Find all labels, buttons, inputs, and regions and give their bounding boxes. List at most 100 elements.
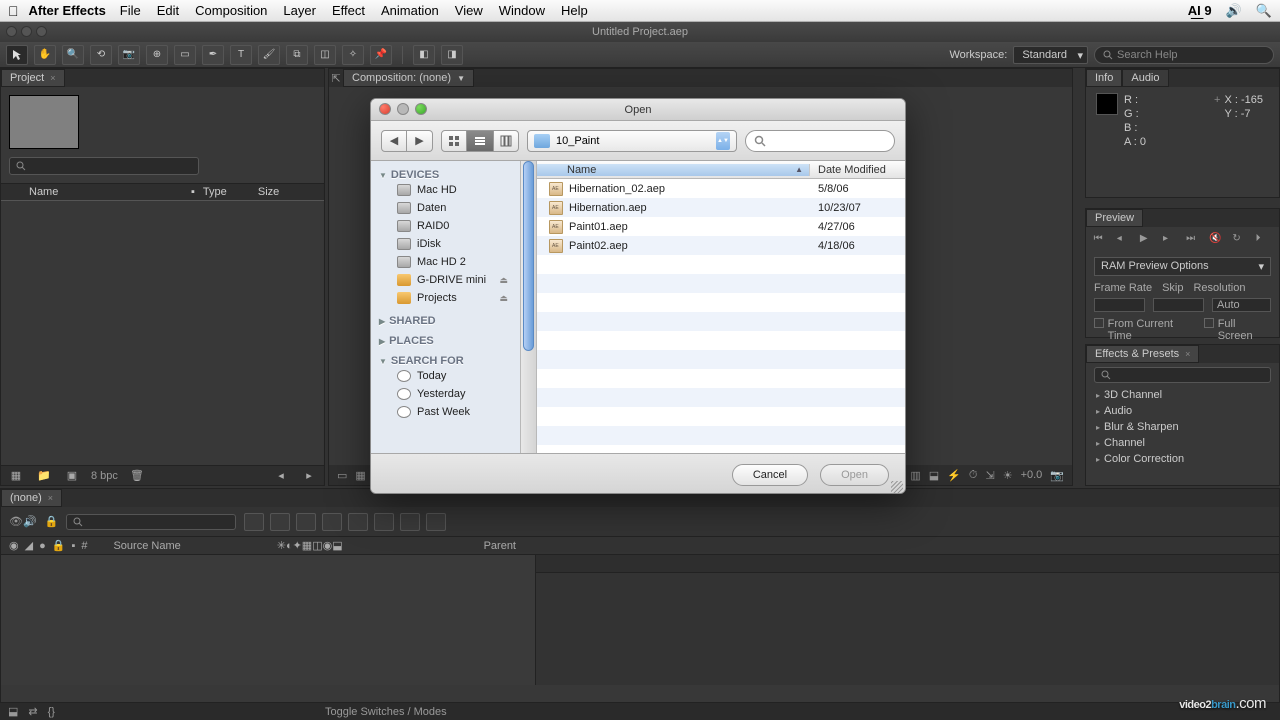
info-tab[interactable]: Info: [1086, 69, 1122, 87]
loop-icon[interactable]: ↻: [1232, 233, 1248, 247]
nav-back-button[interactable]: ◀: [381, 130, 407, 152]
dialog-search-input[interactable]: [745, 130, 895, 152]
effects-search-input[interactable]: [1094, 367, 1271, 383]
close-window-button[interactable]: [6, 26, 17, 37]
menu-edit[interactable]: Edit: [157, 3, 179, 18]
menu-layer[interactable]: Layer: [283, 3, 316, 18]
effect-category[interactable]: ▸Audio: [1092, 403, 1273, 419]
tool-option-2[interactable]: ◨: [441, 45, 463, 65]
comp-mini-flowchart-icon[interactable]: [244, 513, 264, 531]
ram-preview-options-dropdown[interactable]: RAM Preview Options▾: [1094, 257, 1271, 276]
dialog-close-button[interactable]: [379, 103, 391, 115]
tool-option-1[interactable]: ◧: [413, 45, 435, 65]
resolution-input[interactable]: Auto: [1212, 298, 1271, 312]
draft-3d-icon[interactable]: [270, 513, 290, 531]
col-type[interactable]: Type: [195, 186, 250, 198]
volume-icon[interactable]: 🔊: [1226, 3, 1242, 19]
mag-ratio-icon[interactable]: ▭: [337, 469, 347, 482]
file-row[interactable]: Paint02.aep 4/18/06: [537, 236, 905, 255]
sidebar-device[interactable]: Mac HD: [379, 181, 512, 199]
preview-tab[interactable]: Preview: [1086, 209, 1143, 227]
prev-frame-icon[interactable]: ◂: [1117, 233, 1133, 247]
roto-tool[interactable]: ✧: [342, 45, 364, 65]
pan-behind-tool[interactable]: ⊕: [146, 45, 168, 65]
cancel-button[interactable]: Cancel: [732, 464, 808, 486]
effect-category[interactable]: ▸Blur & Sharpen: [1092, 419, 1273, 435]
dialog-zoom-button[interactable]: [415, 103, 427, 115]
exposure-reset-icon[interactable]: ☀: [1003, 469, 1013, 482]
search-for-header[interactable]: ▼SEARCH FOR: [379, 355, 512, 367]
open-button[interactable]: Open: [820, 464, 889, 486]
places-header[interactable]: ▶PLACES: [379, 335, 512, 347]
menu-window[interactable]: Window: [499, 3, 545, 18]
new-folder-icon[interactable]: 📁: [35, 468, 53, 484]
nav-forward-button[interactable]: ▶: [407, 130, 433, 152]
icon-view-button[interactable]: [441, 130, 467, 152]
scroll-right-icon[interactable]: ▸: [300, 468, 318, 484]
shared-header[interactable]: ▶SHARED: [379, 315, 512, 327]
adobe-updater-icon[interactable]: A͟I 9: [1188, 3, 1212, 18]
menu-animation[interactable]: Animation: [381, 3, 439, 18]
minimize-window-button[interactable]: [21, 26, 32, 37]
label-col-icon[interactable]: ▪: [71, 540, 75, 552]
toggle-switches-icon[interactable]: ⇄: [28, 705, 37, 718]
sidebar-device[interactable]: Mac HD 2: [379, 253, 512, 271]
column-view-button[interactable]: [493, 130, 519, 152]
devices-header[interactable]: ▼DEVICES: [379, 169, 512, 181]
ram-preview-icon[interactable]: ⏵: [1255, 233, 1271, 247]
motion-blur-icon[interactable]: [348, 513, 368, 531]
fast-preview-icon[interactable]: ⚡: [947, 469, 961, 482]
app-menu[interactable]: After Effects: [29, 3, 106, 18]
first-frame-icon[interactable]: ⏮: [1094, 233, 1110, 247]
rectangle-tool[interactable]: ▭: [174, 45, 196, 65]
project-search-input[interactable]: [9, 157, 199, 175]
graph-editor-icon[interactable]: [426, 513, 446, 531]
effect-category[interactable]: ▸Channel: [1092, 435, 1273, 451]
sidebar-search-item[interactable]: Past Week: [379, 403, 512, 421]
composition-tab[interactable]: Composition: (none) ▼: [343, 69, 474, 87]
scroll-left-icon[interactable]: ◂: [272, 468, 290, 484]
col-source-name[interactable]: Source Name: [113, 540, 180, 552]
eject-icon[interactable]: ⏏: [499, 275, 508, 286]
lock-icon[interactable]: 🔒: [45, 515, 59, 528]
timeline-graph-area[interactable]: [536, 555, 1279, 685]
comp-flowchart-btn-icon[interactable]: ⇲: [985, 469, 994, 482]
file-row[interactable]: Paint01.aep 4/27/06: [537, 217, 905, 236]
view-layout-icon[interactable]: ▥: [910, 469, 920, 482]
resolution-icon[interactable]: ▦: [355, 469, 365, 482]
shy-icon[interactable]: [296, 513, 316, 531]
delete-icon[interactable]: 🗑: [128, 468, 146, 484]
menu-composition[interactable]: Composition: [195, 3, 267, 18]
zoom-tool[interactable]: 🔍: [62, 45, 84, 65]
brainstorm-icon[interactable]: [374, 513, 394, 531]
hand-tool[interactable]: ✋: [34, 45, 56, 65]
path-dropdown[interactable]: 10_Paint ▲▼: [527, 130, 737, 152]
timeline-icon[interactable]: ⏱: [969, 469, 978, 482]
project-tab[interactable]: Project×: [1, 69, 65, 87]
sidebar-search-item[interactable]: Today: [379, 367, 512, 385]
spotlight-icon[interactable]: 🔍: [1256, 3, 1272, 19]
new-comp-icon[interactable]: ▣: [63, 468, 81, 484]
menu-help[interactable]: Help: [561, 3, 588, 18]
list-view-button[interactable]: [467, 130, 493, 152]
apple-menu-icon[interactable]: : [8, 3, 19, 19]
file-row[interactable]: Hibernation_02.aep 5/8/06: [537, 179, 905, 198]
file-row[interactable]: Hibernation.aep 10/23/07: [537, 198, 905, 217]
sidebar-device[interactable]: Projects⏏: [379, 289, 512, 307]
sidebar-device[interactable]: Daten: [379, 199, 512, 217]
effect-category[interactable]: ▸Color Correction: [1092, 451, 1273, 467]
close-tab-icon[interactable]: ×: [50, 73, 55, 83]
camera-tool[interactable]: 📷: [118, 45, 140, 65]
search-help-input[interactable]: Search Help: [1094, 46, 1274, 64]
sidebar-search-item[interactable]: Yesterday: [379, 385, 512, 403]
auto-keyframe-icon[interactable]: [400, 513, 420, 531]
dialog-minimize-button[interactable]: [397, 103, 409, 115]
rotation-tool[interactable]: ⟲: [90, 45, 112, 65]
brackets-icon[interactable]: {}: [48, 706, 55, 718]
menu-view[interactable]: View: [455, 3, 483, 18]
name-column-header[interactable]: Name▲: [537, 164, 810, 176]
pixel-aspect-icon[interactable]: ⬓: [929, 469, 939, 482]
puppet-tool[interactable]: 📌: [370, 45, 392, 65]
type-tool[interactable]: T: [230, 45, 252, 65]
timeline-ruler[interactable]: [536, 555, 1279, 573]
